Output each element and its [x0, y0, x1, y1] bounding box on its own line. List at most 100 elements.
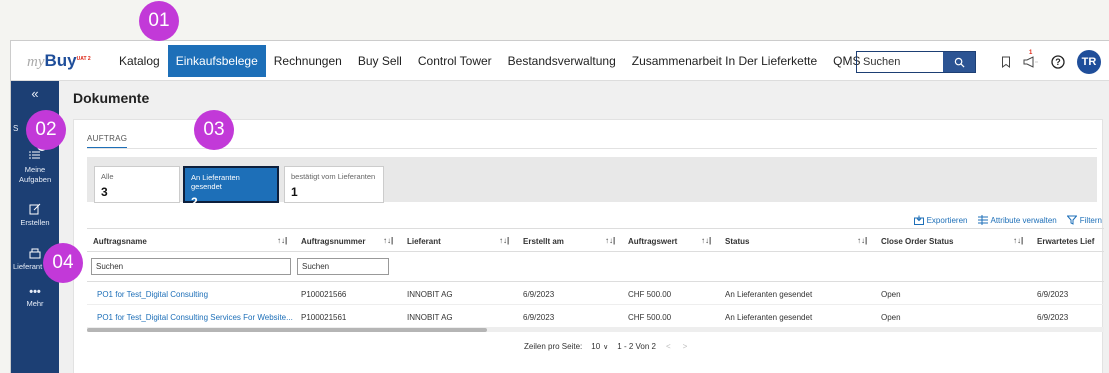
global-search[interactable]: Suchen [856, 51, 976, 73]
order-name-link[interactable]: PO1 for Test_Digital Consulting Services… [97, 313, 293, 322]
tile-count: 2 [191, 195, 198, 209]
supplier: INNOBIT AG [407, 290, 453, 299]
filter-button[interactable]: Filtern [1066, 215, 1102, 225]
sidebar-item-mehr[interactable]: ••• Mehr [11, 287, 59, 309]
help-icon[interactable]: ? [1051, 55, 1065, 69]
scrollbar-thumb[interactable] [87, 328, 487, 332]
filter-auftragsname-input[interactable]: Suchen [91, 258, 291, 275]
manage-attributes-button[interactable]: Attribute verwalten [977, 215, 1057, 225]
supplier-icon [29, 248, 41, 259]
search-input[interactable]: Suchen [857, 52, 943, 72]
close-order-status: Open [881, 290, 901, 299]
sidebar-item-erstellen[interactable]: Erstellen [11, 203, 59, 228]
nav-rechnungen[interactable]: Rechnungen [266, 41, 350, 81]
marker-03: 03 [194, 110, 234, 150]
table-toolbar: Exportieren Attribute verwalten Filtern [913, 215, 1102, 225]
horizontal-scrollbar[interactable] [87, 328, 1104, 332]
sort-icon[interactable]: ↑↓| [857, 236, 867, 245]
table-row[interactable]: PO1 for Test_Digital Consulting P1000215… [87, 282, 1104, 305]
avatar[interactable]: TR [1077, 50, 1101, 74]
chevron-down-icon: ∨ [603, 343, 609, 351]
order-number: P100021561 [301, 313, 347, 322]
next-page-icon[interactable]: > [683, 342, 688, 351]
tile-count: 1 [291, 185, 298, 199]
collapse-sidebar-button[interactable]: « [11, 87, 59, 100]
page-title: Dokumente [73, 90, 150, 106]
nav-katalog[interactable]: Katalog [111, 41, 168, 81]
filter-icon [1066, 215, 1077, 225]
sort-icon[interactable]: ↑↓| [277, 236, 287, 245]
announcement-icon[interactable]: 1 [1023, 50, 1039, 68]
rows-per-page-value: 10 [591, 342, 601, 351]
order-name-link[interactable]: PO1 for Test_Digital Consulting [97, 290, 208, 299]
rows-per-page-select[interactable]: 10 ∨ [588, 342, 611, 351]
sort-icon[interactable]: ↑↓| [1013, 236, 1023, 245]
logo-brand: Buy [44, 51, 77, 70]
search-icon [954, 57, 965, 68]
table-header: Auftragsname ↑↓| Auftragsnummer ↑↓| Lief… [87, 228, 1104, 252]
order-value: CHF 500.00 [628, 290, 672, 299]
col-auftragswert[interactable]: Auftragswert [628, 237, 677, 246]
table-row[interactable]: PO1 for Test_Digital Consulting Services… [87, 305, 1104, 328]
documents-card: AUFTRAG Alle 3 An Lieferanten gesendet 2… [73, 119, 1104, 373]
tile-bestaetigt[interactable]: bestätigt vom Lieferanten 1 [284, 166, 384, 203]
col-auftragsname[interactable]: Auftragsname [93, 237, 147, 246]
status: An Lieferanten gesendet [725, 313, 813, 322]
nav-bestandsverwaltung[interactable]: Bestandsverwaltung [500, 41, 624, 81]
export-button[interactable]: Exportieren [913, 215, 968, 225]
sidebar-item-icon: 5 [11, 141, 59, 165]
col-lieferant[interactable]: Lieferant [407, 237, 441, 246]
col-status[interactable]: Status [725, 237, 749, 246]
order-value: CHF 500.00 [628, 313, 672, 322]
logo[interactable]: myBuyUAT 2 [27, 51, 91, 71]
sort-icon[interactable]: ↑↓| [605, 236, 615, 245]
status: An Lieferanten gesendet [725, 290, 813, 299]
marker-02: 02 [26, 110, 66, 150]
attributes-label: Attribute verwalten [990, 215, 1057, 225]
sidebar-item-label: Mehr [26, 299, 44, 308]
tile-an-lieferanten-gesendet[interactable]: An Lieferanten gesendet 2 [183, 166, 279, 209]
sidebar-item-label: Erstellen [20, 218, 50, 227]
expected-delivery: 6/9/2023 [1037, 313, 1069, 322]
filter-label: Filtern [1079, 215, 1102, 225]
sidebar-item-label: Meine Aufgaben [19, 165, 52, 184]
col-erstellt-am[interactable]: Erstellt am [523, 237, 564, 246]
tasks-icon [29, 151, 40, 159]
prev-page-icon[interactable]: < [666, 342, 671, 351]
rows-per-page-label: Zeilen pro Seite: [524, 342, 583, 351]
nav-buy-sell[interactable]: Buy Sell [350, 41, 410, 81]
col-erwartetes-lieferdatum[interactable]: Erwartetes Lief [1037, 237, 1094, 246]
tile-label: bestätigt vom Lieferanten [291, 172, 376, 181]
sort-icon[interactable]: ↑↓| [701, 236, 711, 245]
logo-badge: UAT 2 [76, 56, 91, 62]
col-auftragsnummer[interactable]: Auftragsnummer [301, 237, 365, 246]
created-date: 6/9/2023 [523, 290, 555, 299]
status-tiles: Alle 3 An Lieferanten gesendet 2 bestäti… [87, 157, 1097, 209]
pagination: Zeilen pro Seite: 10 ∨ 1 - 2 Von 2 < > [524, 342, 687, 351]
svg-text:?: ? [1055, 57, 1061, 67]
search-button[interactable] [943, 52, 975, 72]
col-close-order-status[interactable]: Close Order Status [881, 237, 953, 246]
marker-01: 01 [139, 1, 179, 41]
page-range: 1 - 2 Von 2 [617, 342, 656, 351]
filter-auftragsnummer-input[interactable]: Suchen [297, 258, 389, 275]
nav-control-tower[interactable]: Control Tower [410, 41, 500, 81]
top-icons: 1 ? TR [1001, 50, 1101, 74]
sidebar-item-meine-aufgaben[interactable]: 5 Meine Aufgaben [11, 141, 59, 185]
nav-zusammenarbeit[interactable]: Zusammenarbeit In Der Lieferkette [624, 41, 825, 81]
filter-row: Suchen Suchen [87, 252, 1104, 282]
close-order-status: Open [881, 313, 901, 322]
order-number: P100021566 [301, 290, 347, 299]
tab-auftrag[interactable]: AUFTRAG [87, 134, 128, 149]
top-bar: myBuyUAT 2 Katalog Einkaufsbelege Rechnu… [11, 41, 1109, 81]
expected-delivery: 6/9/2023 [1037, 290, 1069, 299]
tile-label: An Lieferanten gesendet [191, 173, 240, 191]
sort-icon[interactable]: ↑↓| [383, 236, 393, 245]
notification-count: 1 [1029, 50, 1033, 56]
bookmark-icon[interactable] [1001, 56, 1011, 68]
tile-count: 3 [101, 185, 108, 199]
nav-einkaufsbelege[interactable]: Einkaufsbelege [167, 45, 266, 77]
created-date: 6/9/2023 [523, 313, 555, 322]
tile-alle[interactable]: Alle 3 [94, 166, 180, 203]
sort-icon[interactable]: ↑↓| [499, 236, 509, 245]
